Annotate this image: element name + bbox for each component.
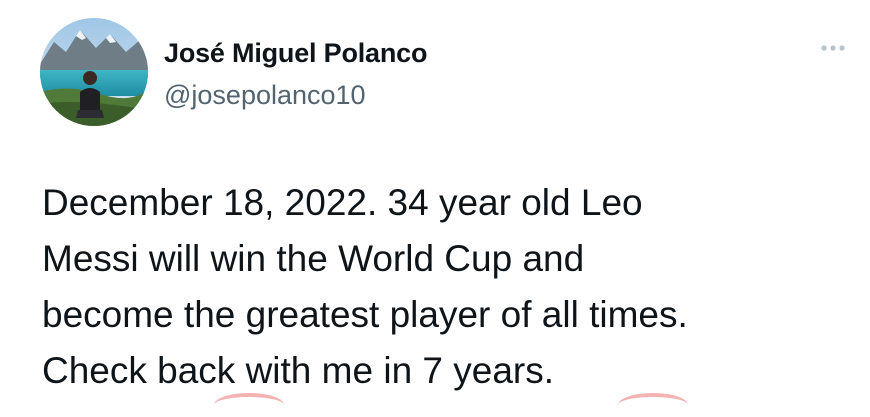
tweet-card: José Miguel Polanco @josepolanco10 Decem… [0,0,870,400]
cropped-action-icon [618,393,688,417]
cropped-action-icon [214,393,284,417]
author-display-name[interactable]: José Miguel Polanco [164,38,427,69]
more-options-button[interactable] [818,40,848,56]
tweet-text: December 18, 2022. 34 year old Leo Messi… [42,175,852,399]
avatar-photo-icon [40,18,148,126]
tweet-text-line: become the greatest player of all times. [42,294,688,335]
author-handle[interactable]: @josepolanco10 [164,80,366,111]
author-avatar[interactable] [40,18,148,126]
tweet-text-line: December 18, 2022. 34 year old Leo [42,182,643,223]
tweet-text-line: Check back with me in 7 years. [42,350,555,391]
tweet-text-line: Messi will win the World Cup and [42,238,585,279]
ellipsis-icon [821,45,845,51]
